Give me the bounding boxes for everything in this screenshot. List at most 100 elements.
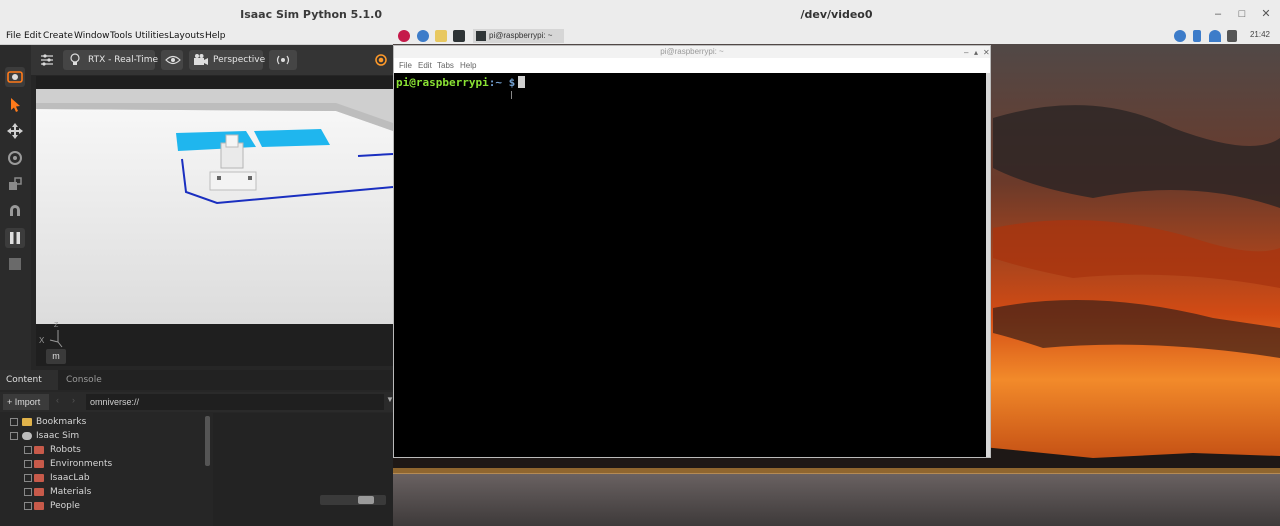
- prompt-sign: $: [501, 76, 516, 89]
- menu-window[interactable]: Window: [74, 31, 110, 41]
- collapse-icon[interactable]: [10, 432, 18, 440]
- light-bulb-icon: [69, 52, 81, 68]
- mouse-ibeam-icon: [511, 91, 513, 99]
- prompt-user: pi@raspberrypi: [396, 76, 489, 89]
- path-input[interactable]: omniverse://: [86, 394, 384, 410]
- tree-item-environments[interactable]: Environments: [22, 457, 202, 471]
- update-icon[interactable]: [1174, 30, 1186, 42]
- forward-arrow-icon[interactable]: ›: [72, 395, 75, 405]
- volume-icon[interactable]: [1227, 30, 1237, 42]
- wifi-icon[interactable]: [1209, 30, 1221, 42]
- content-hscrollbar[interactable]: [320, 495, 386, 505]
- folder-icon: [34, 502, 44, 510]
- text-cursor: [518, 76, 526, 88]
- pi-desktop: pi@raspberrypi: ~ 21:42 pi@raspberrypi: …: [393, 28, 1280, 526]
- viewport[interactable]: Z X m: [36, 76, 393, 366]
- menu-utilities[interactable]: Utilities: [135, 31, 169, 41]
- movie-camera-icon: [193, 52, 209, 68]
- minimize-icon[interactable]: –: [1210, 6, 1226, 22]
- taskbar-terminal-label: pi@raspberrypi: ~: [489, 31, 553, 40]
- bluetooth-icon[interactable]: [1193, 30, 1201, 42]
- terminal-menu-file[interactable]: File: [399, 61, 412, 70]
- shell-prompt: pi@raspberrypi:~ $: [396, 76, 526, 89]
- tree-item-robots[interactable]: Robots: [22, 443, 202, 457]
- maximize-icon[interactable]: □: [1234, 6, 1250, 22]
- pause-icon[interactable]: [5, 228, 25, 248]
- menu-help[interactable]: Help: [205, 31, 226, 41]
- import-button[interactable]: + Import: [3, 394, 49, 410]
- close-icon[interactable]: ✕: [1258, 6, 1274, 22]
- menu-tools[interactable]: Tools: [110, 31, 132, 41]
- axis-z-label: Z: [54, 322, 59, 329]
- eye-icon: [165, 52, 181, 68]
- tree-label: IsaacLab: [50, 473, 90, 483]
- viewport-footer: Z X: [36, 322, 393, 366]
- units-button[interactable]: m: [46, 349, 66, 364]
- stop-icon[interactable]: [5, 254, 25, 274]
- isaac-window-title: Isaac Sim Python 5.1.0: [240, 8, 382, 21]
- rotate-tool-icon[interactable]: [5, 148, 25, 168]
- broadcast-icon: [274, 52, 292, 68]
- snap-magnet-icon[interactable]: [5, 201, 25, 221]
- folder-icon: [34, 446, 44, 454]
- camera-label: Perspective: [213, 55, 266, 65]
- terminal-title: pi@raspberrypi: ~: [660, 47, 724, 56]
- terminal-menubar: File Edit Tabs Help: [394, 58, 990, 73]
- expand-icon[interactable]: [24, 502, 32, 510]
- tree-item-materials[interactable]: Materials: [22, 485, 202, 499]
- viewport-toolbar: RTX - Real-Time Perspective: [31, 45, 393, 75]
- taskbar-terminal-button[interactable]: pi@raspberrypi: ~: [473, 29, 564, 43]
- sun-settings-icon[interactable]: [373, 52, 389, 68]
- isaac-titlebar[interactable]: Isaac Sim Python 5.1.0: [0, 0, 393, 28]
- tree-label: Environments: [50, 459, 113, 469]
- terminal-output[interactable]: pi@raspberrypi:~ $: [394, 73, 988, 457]
- screen: Isaac Sim Python 5.1.0 File Edit Create …: [0, 0, 1280, 526]
- scale-tool-icon[interactable]: [5, 174, 25, 194]
- tab-console[interactable]: Console: [60, 370, 120, 390]
- tab-content[interactable]: Content: [0, 370, 58, 390]
- file-manager-folder-icon[interactable]: [435, 30, 447, 42]
- video-titlebar[interactable]: /dev/video0 – □ ✕: [393, 0, 1280, 28]
- raspberry-menu-icon[interactable]: [398, 30, 410, 42]
- terminal-window: pi@raspberrypi: ~ – ▴ ✕ File Edit Tabs H…: [393, 45, 991, 458]
- tree-item-people[interactable]: People: [22, 499, 202, 513]
- tree-scrollbar[interactable]: [205, 416, 210, 466]
- settings-sliders-icon[interactable]: [39, 52, 55, 68]
- tree-item-isaac-sim[interactable]: Isaac Sim: [8, 429, 198, 443]
- back-arrow-icon[interactable]: ‹: [56, 395, 59, 405]
- axis-x-label: X: [39, 336, 45, 345]
- menu-file[interactable]: File: [6, 31, 21, 41]
- terminal-scrollbar[interactable]: [986, 73, 990, 457]
- terminal-titlebar[interactable]: pi@raspberrypi: ~ – ▴ ✕: [394, 46, 990, 58]
- terminal-launcher-icon[interactable]: [453, 30, 465, 42]
- content-hscroll-thumb[interactable]: [358, 496, 374, 504]
- tree-item-bookmarks[interactable]: Bookmarks: [8, 415, 198, 429]
- browser-globe-icon[interactable]: [417, 30, 429, 42]
- camera-tool-icon[interactable]: [5, 67, 25, 87]
- tree-item-isaaclab[interactable]: IsaacLab: [22, 471, 202, 485]
- terminal-menu-tabs[interactable]: Tabs: [437, 61, 454, 70]
- video-window: /dev/video0 – □ ✕ pi@raspberrypi: ~ 21:4…: [393, 0, 1280, 526]
- isaac-menubar: File Edit Create Window Tools Utilities …: [0, 28, 393, 45]
- select-arrow-icon[interactable]: [5, 95, 25, 115]
- menu-layouts[interactable]: Layouts: [169, 31, 204, 41]
- terminal-menu-edit[interactable]: Edit: [418, 61, 432, 70]
- tree-label: People: [50, 501, 80, 511]
- terminal-menu-help[interactable]: Help: [460, 61, 476, 70]
- clock: 21:42: [1249, 30, 1270, 39]
- expand-icon[interactable]: [24, 474, 32, 482]
- expand-icon[interactable]: [24, 460, 32, 468]
- menu-edit[interactable]: Edit: [24, 31, 41, 41]
- video-window-title: /dev/video0: [800, 8, 873, 21]
- tree-label: Bookmarks: [36, 417, 87, 427]
- menu-create[interactable]: Create: [43, 31, 73, 41]
- import-label: Import: [14, 397, 41, 407]
- expand-icon[interactable]: [24, 446, 32, 454]
- pi-taskbar: pi@raspberrypi: ~ 21:42: [393, 28, 1280, 44]
- plus-icon: +: [7, 397, 13, 407]
- move-tool-icon[interactable]: [5, 121, 25, 141]
- render-mode-label: RTX - Real-Time: [88, 55, 159, 65]
- expand-icon[interactable]: [24, 488, 32, 496]
- content-toolbar: + Import ‹ › omniverse:// ▼: [0, 392, 394, 412]
- expand-icon[interactable]: [10, 418, 18, 426]
